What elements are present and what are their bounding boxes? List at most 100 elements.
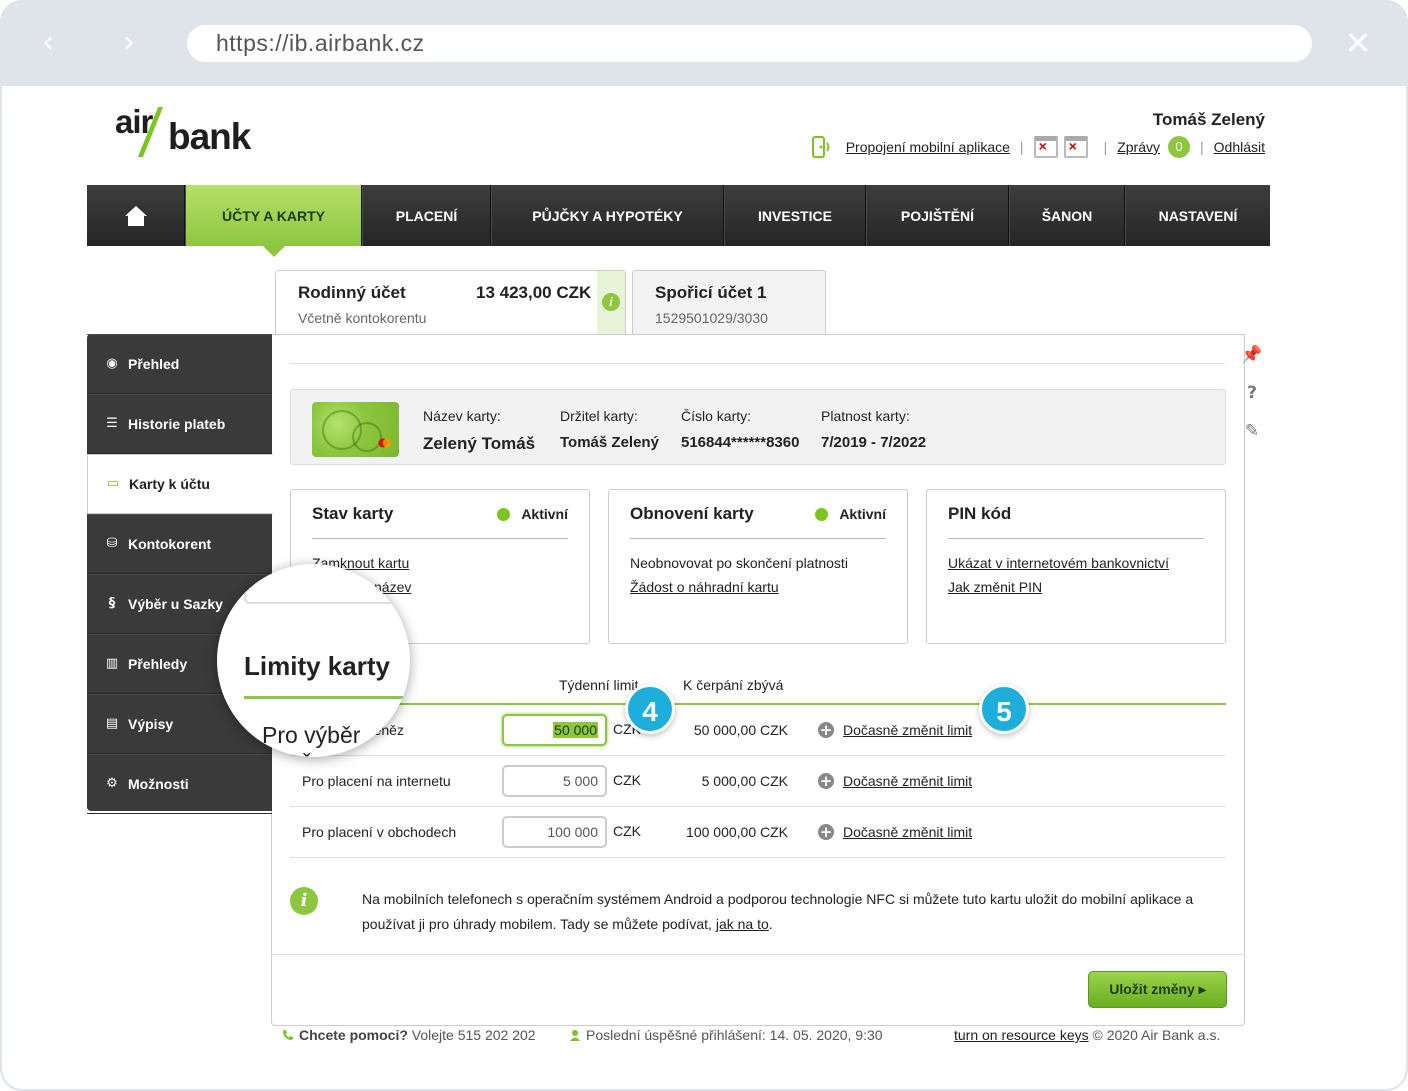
how-to-link[interactable]: jak na to (716, 916, 769, 932)
currency: CZK (613, 823, 641, 839)
user-icon (570, 1030, 580, 1041)
side-tools: 📌 ? ✎ (1240, 345, 1264, 459)
account-name: Spořicí účet 1 (655, 283, 767, 302)
change-limit[interactable]: + Dočasně změnit limit (818, 824, 972, 840)
help-phone: Volejte 515 202 202 (411, 1027, 536, 1043)
card-name-label: Název karty: (423, 408, 501, 424)
account-tab-savings[interactable]: Spořicí účet 1 1529501029/3030 (632, 270, 826, 335)
mastercard-icon (378, 438, 392, 448)
plus-icon: + (818, 823, 834, 841)
nav-insurance[interactable]: POJIŠTĚNÍ (866, 185, 1009, 246)
status-badge: Aktivní (497, 506, 568, 522)
sidemenu-label: Výběr u Sazky (128, 596, 223, 612)
step-marker-4: 4 (625, 684, 675, 734)
change-limit-link[interactable]: Dočasně změnit limit (843, 773, 972, 789)
nav-accounts-cards[interactable]: ÚČTY A KARTY (185, 185, 362, 257)
url-bar[interactable]: https://ib.airbank.cz (187, 25, 1312, 62)
remaining-amount: 5 000,00 CZK (701, 773, 788, 789)
change-pin-link[interactable]: Jak změnit PIN (948, 575, 1204, 599)
currency: CZK (613, 772, 641, 788)
nav-sanon[interactable]: ŠANON (1009, 185, 1125, 246)
card-holder-label: Držitel karty: (560, 408, 638, 424)
card-number-label: Číslo karty: (681, 408, 752, 424)
weekly-limit-header: Týdenní limit (559, 677, 639, 693)
nav-payments[interactable]: PLACENÍ (362, 185, 491, 246)
replacement-card-link[interactable]: Žádost o náhradní kartu (630, 575, 886, 599)
sidemenu-label: Přehled (128, 356, 180, 372)
nav-home[interactable] (87, 185, 185, 246)
limit-row: Pro placení v obchodech 100 000 CZK 100 … (290, 807, 1226, 858)
card-validity: Platnost karty: 7/2019 - 7/2022 (821, 408, 926, 451)
logout-link[interactable]: Odhlásit (1214, 139, 1265, 155)
sidemenu-label: Karty k účtu (129, 476, 210, 492)
info-icon: i (290, 887, 318, 915)
change-limit-link[interactable]: Dočasně změnit limit (843, 824, 972, 840)
airbank-logo[interactable]: air bank (115, 103, 265, 159)
info-end: . (768, 916, 773, 932)
magnifier-callout: Limity karty Pro výběr peněz (217, 564, 410, 757)
remaining-amount: 100 000,00 CZK (686, 824, 788, 840)
card-name: Název karty: Zelený Tomáš (423, 408, 535, 454)
messages-link[interactable]: Zprávy (1117, 139, 1160, 155)
remaining-header: K čerpání zbývá (683, 677, 784, 693)
box-title: PIN kód (948, 504, 1012, 523)
limit-input[interactable]: 50 000 (502, 714, 607, 746)
coins-icon: ⛁ (106, 536, 118, 551)
resource-keys-link[interactable]: turn on resource keys (954, 1027, 1089, 1043)
footer-right: turn on resource keys © 2020 Air Bank a.… (954, 1027, 1220, 1043)
status-dot (497, 507, 511, 521)
change-limit[interactable]: + Dočasně změnit limit (818, 773, 972, 789)
sidemenu-label: Kontokorent (128, 536, 212, 552)
separator: | (1200, 139, 1204, 155)
sidemenu-options[interactable]: ⚙ Možnosti (87, 754, 272, 814)
help-icon[interactable]: ? (1240, 383, 1264, 421)
card-holder-value: Tomáš Zelený (560, 434, 659, 451)
calendar-icon[interactable] (1063, 136, 1088, 158)
calendar-icon[interactable] (1033, 136, 1058, 158)
limit-input[interactable]: 100 000 (502, 816, 607, 848)
save-button[interactable]: Uložit změny ▸ (1088, 971, 1227, 1008)
plus-icon: + (818, 772, 834, 790)
card-image (312, 402, 399, 457)
show-pin-link[interactable]: Ukázat v internetovém bankovnictví (948, 551, 1204, 575)
edit-icon[interactable]: ✎ (1240, 421, 1264, 459)
limit-row: Pro výběr peněz 50 000 CZK 50 000,00 CZK… (290, 705, 1226, 756)
separator: | (1019, 139, 1024, 155)
nav-investments[interactable]: INVESTICE (724, 185, 866, 246)
change-limit[interactable]: + Dočasně změnit limit (818, 722, 972, 738)
last-login-text: Poslední úspěšné přihlášení: 14. 05. 202… (586, 1027, 883, 1043)
card-renewal-box: Obnovení karty Aktivní Neobnovovat po sko… (608, 489, 908, 644)
account-info[interactable]: i (597, 271, 625, 335)
magnified-box-edge (244, 564, 404, 604)
card-number: Číslo karty: 516844******8360 (681, 408, 799, 451)
account-tab-family[interactable]: Rodinný účet Včetně kontokorentu 13 423,… (275, 270, 626, 335)
back-icon[interactable]: ‹ (33, 28, 63, 58)
chart-icon: ▥ (105, 656, 119, 671)
info-text: Na mobilních telefonech s operačním syst… (362, 891, 1194, 932)
user-name: Tomáš Zelený (1152, 110, 1265, 129)
sidemenu-label: Přehledy (128, 656, 188, 672)
mobile-app-icon (811, 136, 830, 158)
divider (271, 954, 1245, 955)
sidemenu-overview[interactable]: ◉ Přehled (87, 334, 272, 394)
limit-input[interactable]: 5 000 (502, 765, 607, 797)
main-navigation: ÚČTY A KARTY PLACENÍ PŮJČKY A HYPOTÉKY I… (87, 185, 1270, 257)
remaining-amount: 50 000,00 CZK (693, 722, 788, 738)
account-sub: Včetně kontokorentu (298, 310, 427, 326)
sidemenu-cards[interactable]: ▭ Karty k účtu (87, 454, 273, 514)
pin-icon[interactable]: 📌 (1240, 345, 1264, 383)
nav-settings[interactable]: NASTAVENÍ (1125, 185, 1270, 246)
magnified-divider (244, 696, 410, 699)
status-badge: Aktivní (815, 506, 886, 522)
account-number: 1529501029/3030 (655, 310, 768, 326)
forward-icon[interactable]: › (114, 28, 144, 58)
box-title: Obnovení karty (630, 504, 754, 523)
footer-help: Chcete pomoci? Volejte 515 202 202 (282, 1027, 536, 1043)
nav-loans[interactable]: PŮJČKY A HYPOTÉKY (491, 185, 724, 246)
sidemenu-history[interactable]: ☰ Historie plateb (87, 394, 272, 454)
close-icon[interactable]: ✕ (1343, 27, 1373, 59)
mobile-app-link[interactable]: Propojení mobilní aplikace (846, 139, 1010, 155)
change-limit-link[interactable]: Dočasně změnit limit (843, 722, 972, 738)
pin-box: PIN kód Ukázat v internetovém bankovnict… (926, 489, 1226, 644)
sidemenu-label: Historie plateb (128, 416, 226, 432)
